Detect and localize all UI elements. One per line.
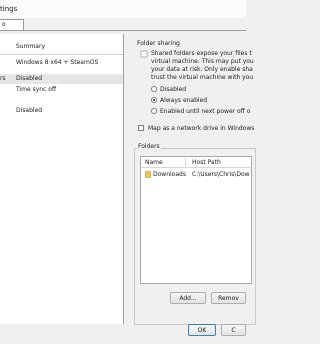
radio-enabled-until-power-off-label: Enabled until next power off o xyxy=(160,108,251,115)
title-bar xyxy=(0,0,246,18)
table-row[interactable]: Downloads C:\Users\Chris\Dow xyxy=(143,170,251,180)
radio-disabled[interactable] xyxy=(151,86,157,92)
settings-list-header: Summary xyxy=(16,43,45,50)
folder-sharing-description: Shared folders expose your files t virtu… xyxy=(151,50,254,81)
ok-button[interactable]: OK xyxy=(188,324,216,336)
tab-label: o xyxy=(2,21,6,28)
folder-name: Downloads xyxy=(153,171,186,178)
folders-table[interactable]: Name Host Path Downloads C:\Users\Chris\… xyxy=(140,156,252,284)
tab-divider xyxy=(0,30,246,31)
folder-host-path: C:\Users\Chris\Dow xyxy=(192,171,250,178)
list-item-shared-folders[interactable]: rs Disabled xyxy=(0,74,123,84)
cancel-button[interactable]: C xyxy=(221,324,246,336)
list-item[interactable]: Time sync off xyxy=(0,85,123,95)
info-icon xyxy=(140,50,148,58)
settings-list: Summary Windows 8 x64 + SteamOS rs Disab… xyxy=(0,34,124,324)
radio-disabled-label: Disabled xyxy=(160,86,187,93)
column-header-host-path[interactable]: Host Path xyxy=(192,159,221,166)
folder-sharing-title: Folder sharing xyxy=(137,40,180,47)
radio-enabled-until-power-off[interactable] xyxy=(151,108,157,114)
folders-title: Folders xyxy=(137,143,161,150)
radio-always-enabled-label: Always enabled xyxy=(160,97,208,104)
list-divider xyxy=(0,54,123,55)
map-network-drive-checkbox[interactable] xyxy=(138,125,144,131)
list-item[interactable]: Windows 8 x64 + SteamOS xyxy=(0,58,123,68)
list-item[interactable]: Disabled xyxy=(0,106,123,116)
folder-icon xyxy=(145,170,151,179)
remove-folder-button[interactable]: Remov xyxy=(211,292,246,304)
column-separator xyxy=(185,157,186,167)
window-title: tings xyxy=(0,5,18,13)
column-header-name[interactable]: Name xyxy=(145,159,163,166)
add-folder-button[interactable]: Add... xyxy=(170,292,206,304)
radio-always-enabled[interactable] xyxy=(151,97,157,103)
map-network-drive-label: Map as a network drive in Windows xyxy=(148,125,255,132)
